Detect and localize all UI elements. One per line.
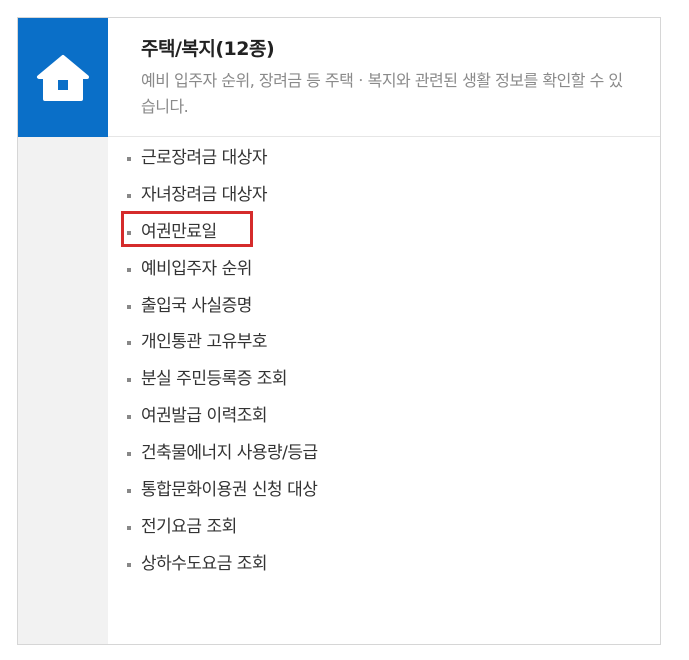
list-item[interactable]: 분실 주민등록증 조회 xyxy=(127,361,318,398)
bullet-icon xyxy=(127,304,131,309)
bullet-icon xyxy=(127,489,131,494)
list-item[interactable]: 자녀장려금 대상자 xyxy=(127,177,318,214)
bullet-icon xyxy=(127,267,131,272)
bullet-icon xyxy=(127,230,131,235)
list-item-label: 근로장려금 대상자 xyxy=(141,148,268,168)
category-icon-box xyxy=(18,18,108,137)
home-icon xyxy=(37,55,89,101)
list-item[interactable]: 개인통관 고유부호 xyxy=(127,324,318,361)
bullet-icon xyxy=(127,193,131,198)
list-item[interactable]: 건축물에너지 사용량/등급 xyxy=(127,435,318,472)
list-item-label: 자녀장려금 대상자 xyxy=(141,184,268,205)
list-item-label: 여권발급 이력조회 xyxy=(141,406,268,427)
service-list: 근로장려금 대상자 자녀장려금 대상자 여권만료일 예비입주자 순위 출입국 사… xyxy=(127,140,318,583)
list-item[interactable]: 여권만료일 xyxy=(127,214,318,251)
list-item-label: 건축물에너지 사용량/등급 xyxy=(141,443,318,464)
category-card: 주택/복지(12종) 예비 입주자 순위, 장려금 등 주택ㆍ복지와 관련된 생… xyxy=(17,17,661,645)
list-item[interactable]: 전기요금 조회 xyxy=(127,509,318,546)
list-item-label: 개인통관 고유부호 xyxy=(141,332,268,353)
bullet-icon xyxy=(127,378,131,383)
bullet-icon xyxy=(127,157,131,161)
bullet-icon xyxy=(127,341,131,346)
list-item-label: 출입국 사실증명 xyxy=(141,295,252,316)
card-header: 주택/복지(12종) 예비 입주자 순위, 장려금 등 주택ㆍ복지와 관련된 생… xyxy=(108,18,660,137)
list-item[interactable]: 통합문화이용권 신청 대상 xyxy=(127,472,318,509)
list-item[interactable]: 예비입주자 순위 xyxy=(127,251,318,288)
list-item-label: 분실 주민등록증 조회 xyxy=(141,369,288,390)
list-item-label: 통합문화이용권 신청 대상 xyxy=(141,480,318,501)
list-item-label: 상하수도요금 조회 xyxy=(141,553,268,574)
list-item-label: 여권만료일 xyxy=(141,221,217,242)
bullet-icon xyxy=(127,562,131,567)
list-item[interactable]: 상하수도요금 조회 xyxy=(127,546,318,583)
list-item-label: 전기요금 조회 xyxy=(141,516,237,537)
card-title: 주택/복지(12종) xyxy=(141,38,275,60)
list-item[interactable]: 여권발급 이력조회 xyxy=(127,398,318,435)
bullet-icon xyxy=(127,525,131,530)
list-item[interactable]: 출입국 사실증명 xyxy=(127,288,318,325)
list-item[interactable]: 근로장려금 대상자 xyxy=(127,140,318,177)
bullet-icon xyxy=(127,452,131,457)
bullet-icon xyxy=(127,415,131,420)
list-item-label: 예비입주자 순위 xyxy=(141,258,252,279)
card-description: 예비 입주자 순위, 장려금 등 주택ㆍ복지와 관련된 생활 정보를 확인할 수… xyxy=(141,71,623,116)
